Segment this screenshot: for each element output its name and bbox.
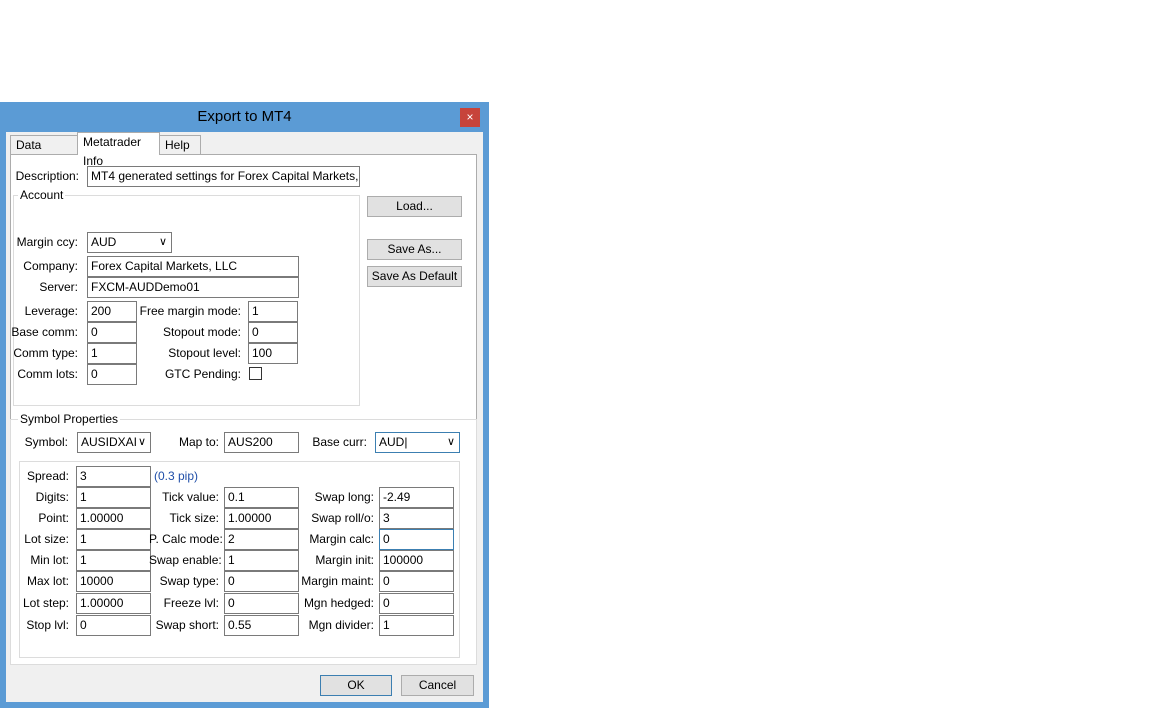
lot-step-input[interactable]: 1.00000	[76, 593, 151, 614]
swap-type-input[interactable]: 0	[224, 571, 299, 592]
chevron-down-icon: ∨	[446, 436, 455, 448]
min-lot-input[interactable]: 1	[76, 550, 151, 571]
tab-help[interactable]: Help	[159, 135, 201, 155]
digits-label: Digits:	[35, 490, 69, 504]
symbol-select[interactable]: AUSIDXAI ∨	[77, 432, 151, 453]
swap-type-label: Swap type:	[159, 574, 219, 588]
save-as-default-button[interactable]: Save As Default	[367, 266, 462, 287]
load-button[interactable]: Load...	[367, 196, 462, 217]
margin-calc-input[interactable]: 0	[379, 529, 454, 550]
window-title: Export to MT4	[197, 108, 292, 125]
comm-type-label: Comm type:	[13, 346, 78, 360]
chevron-down-icon: ∨	[137, 436, 146, 448]
description-label: Description:	[15, 169, 79, 183]
ok-button[interactable]: OK	[320, 675, 392, 696]
swap-long-input[interactable]: -2.49	[379, 487, 454, 508]
tab-data-export[interactable]: Data export	[10, 135, 78, 171]
spread-input[interactable]: 3	[76, 466, 151, 487]
swap-enable-input[interactable]: 1	[224, 550, 299, 571]
free-margin-mode-input[interactable]: 1	[248, 301, 298, 322]
max-lot-label: Max lot:	[26, 574, 69, 588]
gtc-pending-label: GTC Pending:	[164, 367, 241, 381]
mgn-divider-label: Mgn divider:	[308, 618, 374, 632]
spread-label: Spread:	[26, 469, 69, 483]
map-to-input[interactable]: AUS200	[224, 432, 299, 453]
leverage-label: Leverage:	[24, 304, 78, 318]
margin-maint-input[interactable]: 0	[379, 571, 454, 592]
base-curr-select[interactable]: AUD| ∨	[375, 432, 460, 453]
margin-calc-label: Margin calc:	[309, 532, 374, 546]
title-bar[interactable]: Export to MT4 ×	[0, 102, 489, 132]
swap-long-label: Swap long:	[314, 490, 374, 504]
stop-lvl-label: Stop lvl:	[26, 618, 69, 632]
server-label: Server:	[39, 280, 78, 294]
margin-init-label: Margin init:	[315, 553, 374, 567]
margin-init-input[interactable]: 100000	[379, 550, 454, 571]
margin-ccy-value: AUD	[91, 235, 117, 249]
point-input[interactable]: 1.00000	[76, 508, 151, 529]
company-input[interactable]: Forex Capital Markets, LLC	[87, 256, 299, 277]
base-comm-input[interactable]: 0	[87, 322, 137, 343]
swap-short-input[interactable]: 0.55	[224, 615, 299, 636]
description-input[interactable]: MT4 generated settings for Forex Capital…	[87, 166, 360, 187]
mgn-hedged-label: Mgn hedged:	[303, 596, 374, 610]
swap-short-label: Swap short:	[155, 618, 219, 632]
swap-rollo-input[interactable]: 3	[379, 508, 454, 529]
tab-metatrader-info[interactable]: Metatrader Info	[77, 132, 160, 168]
dialog-client: Data export Metatrader Info Help Descrip…	[6, 132, 483, 702]
swap-rollo-label: Swap roll/o:	[311, 511, 374, 525]
company-label: Company:	[23, 259, 78, 273]
symbol-properties-label: Symbol Properties	[18, 412, 121, 426]
metatrader-info-panel: Description: MT4 generated settings for …	[10, 154, 477, 665]
p-calc-mode-input[interactable]: 2	[224, 529, 299, 550]
close-button[interactable]: ×	[460, 108, 480, 127]
chevron-down-icon: ∨	[158, 236, 167, 248]
save-as-button[interactable]: Save As...	[367, 239, 462, 260]
symbol-value: AUSIDXAI	[81, 435, 138, 449]
stopout-level-input[interactable]: 100	[248, 343, 298, 364]
base-curr-value: AUD	[379, 435, 405, 449]
freeze-lvl-input[interactable]: 0	[224, 593, 299, 614]
base-comm-label: Base comm:	[11, 325, 78, 339]
mgn-hedged-input[interactable]: 0	[379, 593, 454, 614]
comm-type-input[interactable]: 1	[87, 343, 137, 364]
stopout-level-label: Stopout level:	[168, 346, 241, 360]
freeze-lvl-label: Freeze lvl:	[163, 596, 219, 610]
tick-size-label: Tick size:	[169, 511, 219, 525]
comm-lots-label: Comm lots:	[17, 367, 78, 381]
symbol-label: Symbol:	[24, 435, 68, 449]
p-calc-mode-label: P. Calc mode:	[149, 532, 223, 546]
lot-step-label: Lot step:	[22, 596, 69, 610]
tick-value-input[interactable]: 0.1	[224, 487, 299, 508]
spread-pip-note: (0.3 pip)	[154, 469, 199, 483]
cancel-button[interactable]: Cancel	[401, 675, 474, 696]
map-to-label: Map to:	[178, 435, 219, 449]
margin-ccy-select[interactable]: AUD ∨	[87, 232, 172, 253]
stopout-mode-label: Stopout mode:	[162, 325, 241, 339]
lot-size-input[interactable]: 1	[76, 529, 151, 550]
base-curr-label: Base curr:	[312, 435, 367, 449]
account-group-label: Account	[18, 188, 66, 202]
server-input[interactable]: FXCM-AUDDemo01	[87, 277, 299, 298]
tick-value-label: Tick value:	[162, 490, 219, 504]
gtc-pending-checkbox[interactable]	[249, 367, 262, 380]
swap-enable-label: Swap enable:	[149, 553, 222, 567]
digits-input[interactable]: 1	[76, 487, 151, 508]
margin-maint-label: Margin maint:	[301, 574, 374, 588]
comm-lots-input[interactable]: 0	[87, 364, 137, 385]
lot-size-label: Lot size:	[24, 532, 69, 546]
margin-ccy-label: Margin ccy:	[16, 235, 78, 249]
text-caret: |	[404, 435, 408, 449]
min-lot-label: Min lot:	[30, 553, 69, 567]
export-dialog: Export to MT4 × Data export Metatrader I…	[0, 102, 489, 708]
stopout-mode-input[interactable]: 0	[248, 322, 298, 343]
max-lot-input[interactable]: 10000	[76, 571, 151, 592]
stop-lvl-input[interactable]: 0	[76, 615, 151, 636]
leverage-input[interactable]: 200	[87, 301, 137, 322]
free-margin-mode-label: Free margin mode:	[139, 304, 241, 318]
point-label: Point:	[38, 511, 69, 525]
tick-size-input[interactable]: 1.00000	[224, 508, 299, 529]
mgn-divider-input[interactable]: 1	[379, 615, 454, 636]
